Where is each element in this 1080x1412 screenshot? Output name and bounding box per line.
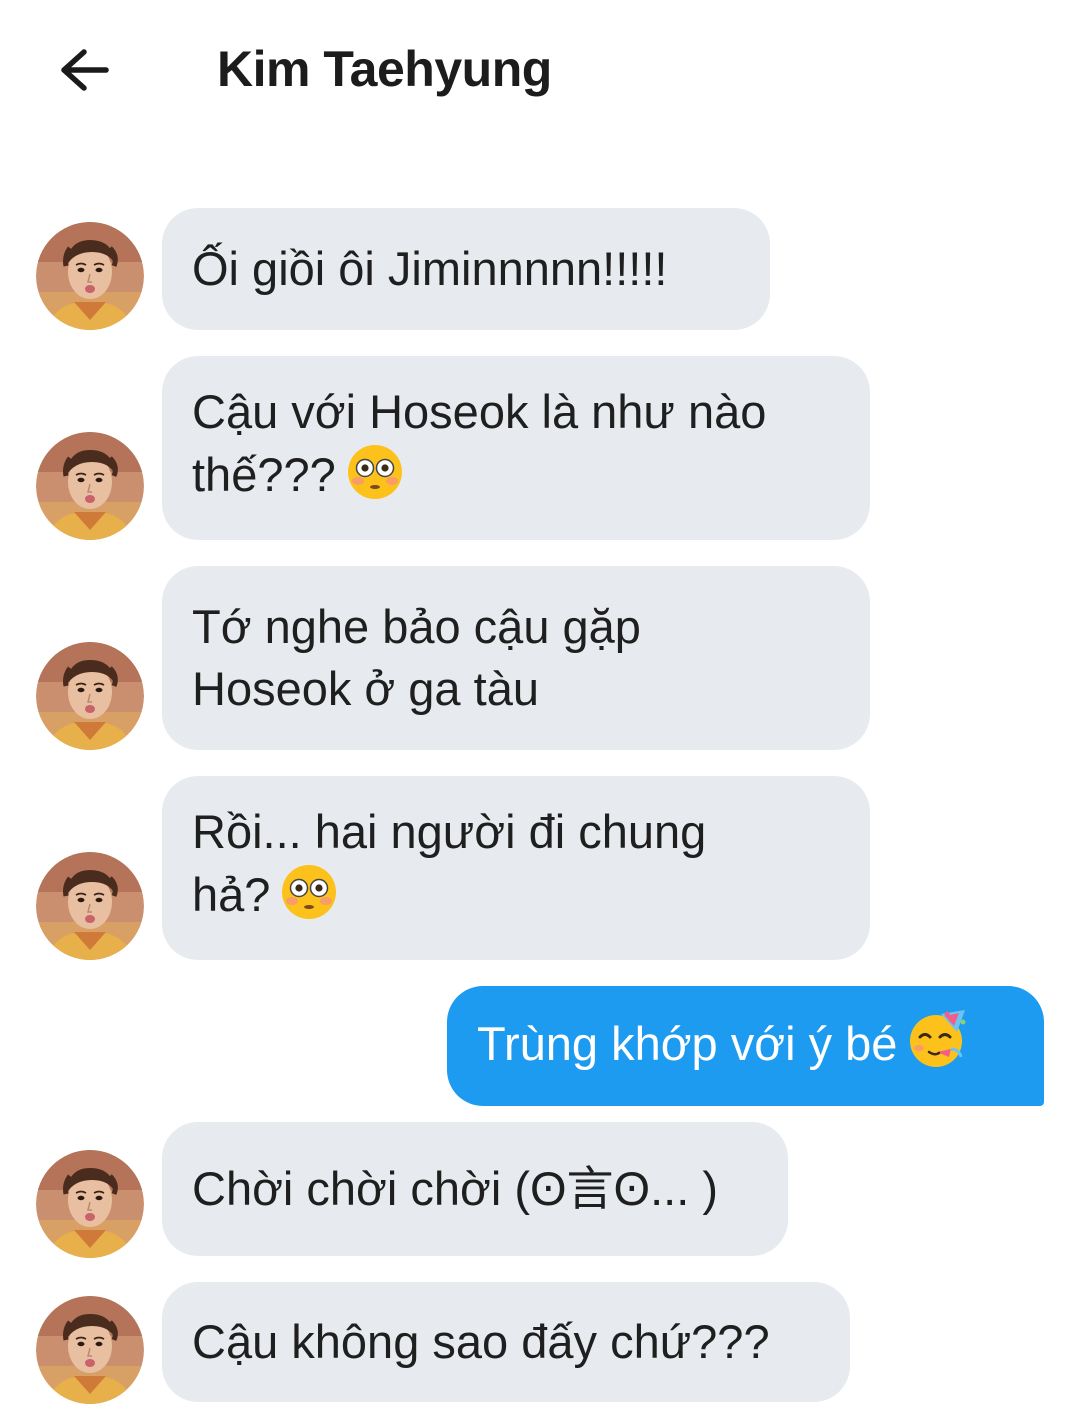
avatar[interactable] — [36, 432, 144, 540]
message-text: Rồi... hai người đi chung hả? — [192, 801, 706, 936]
message-text: Ối giồi ôi Jiminnnnn!!!!! — [192, 242, 668, 295]
avatar[interactable] — [36, 1296, 144, 1404]
arrow-left-icon — [61, 49, 109, 91]
message-bubble-incoming[interactable]: Rồi... hai người đi chung hả? — [162, 776, 870, 960]
message-bubble-incoming[interactable]: Chời chời chời (ʘ言ʘ... ) — [162, 1122, 788, 1256]
back-button[interactable] — [50, 38, 118, 102]
message-text: Chời chời chời (ʘ言ʘ... ) — [192, 1162, 718, 1215]
avatar[interactable] — [36, 1150, 144, 1258]
avatar[interactable] — [36, 222, 144, 330]
message-bubble-incoming[interactable]: Cậu với Hoseok là như nào thế??? — [162, 356, 870, 540]
message-text: Trùng khớp với ý bé — [477, 1008, 969, 1085]
page-title: Kim Taehyung — [217, 41, 552, 97]
flushed-face-emoji-icon — [280, 863, 338, 936]
message-bubble-outgoing[interactable]: Trùng khớp với ý bé — [447, 986, 1044, 1106]
message-text: Cậu không sao đấy chứ??? — [192, 1315, 770, 1368]
message-text: Tớ nghe bảo cậu gặp Hoseok ở ga tàu — [192, 600, 641, 715]
avatar[interactable] — [36, 852, 144, 960]
message-bubble-incoming[interactable]: Ối giồi ôi Jiminnnnn!!!!! — [162, 208, 770, 330]
message-text: Cậu với Hoseok là như nào thế??? — [192, 381, 766, 516]
chat-header: Kim Taehyung — [0, 0, 1080, 140]
flushed-face-emoji-icon — [346, 443, 404, 516]
message-bubble-incoming[interactable]: Cậu không sao đấy chứ??? — [162, 1282, 850, 1402]
message-bubble-incoming[interactable]: Tớ nghe bảo cậu gặp Hoseok ở ga tàu — [162, 566, 870, 750]
partying-face-emoji-icon — [907, 1008, 969, 1085]
avatar[interactable] — [36, 642, 144, 750]
